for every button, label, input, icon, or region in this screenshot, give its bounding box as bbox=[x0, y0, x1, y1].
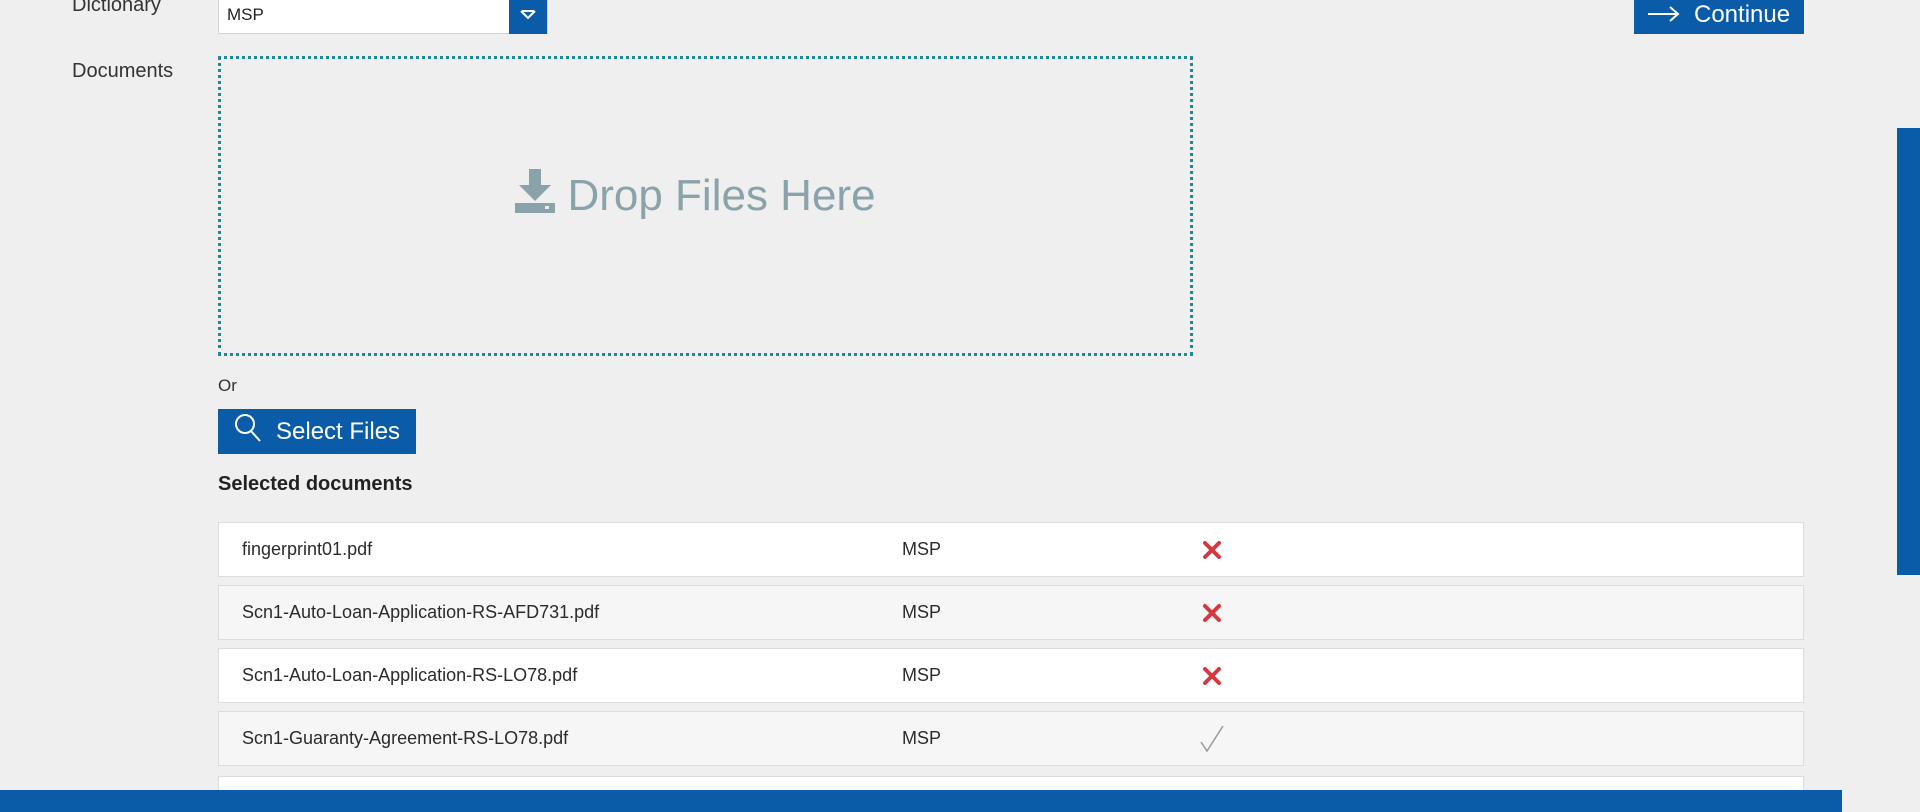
list-item: fingerprint01.pdf MSP bbox=[218, 522, 1804, 577]
document-dictionary: MSP bbox=[902, 602, 942, 622]
select-files-button[interactable]: Select Files bbox=[218, 409, 416, 454]
dictionary-select[interactable]: MSP bbox=[218, 0, 548, 34]
document-name: Scn1-Guaranty-Agreement-RS-LO78.pdf bbox=[242, 728, 569, 748]
arrow-right-icon bbox=[1648, 1, 1680, 29]
document-name: fingerprint01.pdf bbox=[242, 539, 373, 559]
check-mark-icon bbox=[1197, 724, 1227, 754]
selected-documents-heading: Selected documents bbox=[218, 473, 413, 495]
caret-down-icon[interactable] bbox=[509, 0, 547, 34]
x-mark-icon[interactable] bbox=[1197, 535, 1227, 565]
footer-bar bbox=[0, 790, 1842, 812]
selected-documents-list: fingerprint01.pdf MSP Scn1-Auto-Loan-App… bbox=[218, 522, 1804, 774]
dictionary-select-value: MSP bbox=[227, 5, 264, 24]
document-dictionary: MSP bbox=[902, 665, 942, 685]
continue-label: Continue bbox=[1694, 1, 1791, 28]
document-name: Scn1-Auto-Loan-Application-RS-AFD731.pdf bbox=[242, 602, 600, 622]
dropzone-text: Drop Files Here bbox=[567, 171, 876, 220]
search-icon bbox=[234, 413, 262, 450]
list-item: Scn1-Auto-Loan-Application-RS-AFD731.pdf… bbox=[218, 585, 1804, 640]
document-dictionary: MSP bbox=[902, 728, 942, 748]
download-icon bbox=[515, 168, 567, 224]
file-dropzone[interactable]: Drop Files Here bbox=[218, 56, 1193, 356]
document-dictionary: MSP bbox=[902, 539, 942, 559]
or-label: Or bbox=[218, 376, 237, 395]
document-name: Scn1-Auto-Loan-Application-RS-LO78.pdf bbox=[242, 665, 578, 685]
select-files-label: Select Files bbox=[276, 417, 401, 445]
x-mark-icon[interactable] bbox=[1197, 598, 1227, 628]
documents-label: Documents bbox=[72, 60, 174, 82]
dictionary-label: Dictionary bbox=[72, 0, 161, 16]
x-mark-icon[interactable] bbox=[1197, 661, 1227, 691]
list-item: Scn1-Guaranty-Agreement-RS-LO78.pdf MSP bbox=[218, 711, 1804, 766]
scrollbar-thumb[interactable] bbox=[1897, 128, 1920, 575]
continue-button[interactable]: Continue bbox=[1634, 0, 1804, 34]
upload-page: Dictionary MSP Continue Documents Drop F… bbox=[0, 0, 1920, 812]
list-item: Scn1-Auto-Loan-Application-RS-LO78.pdf M… bbox=[218, 648, 1804, 703]
